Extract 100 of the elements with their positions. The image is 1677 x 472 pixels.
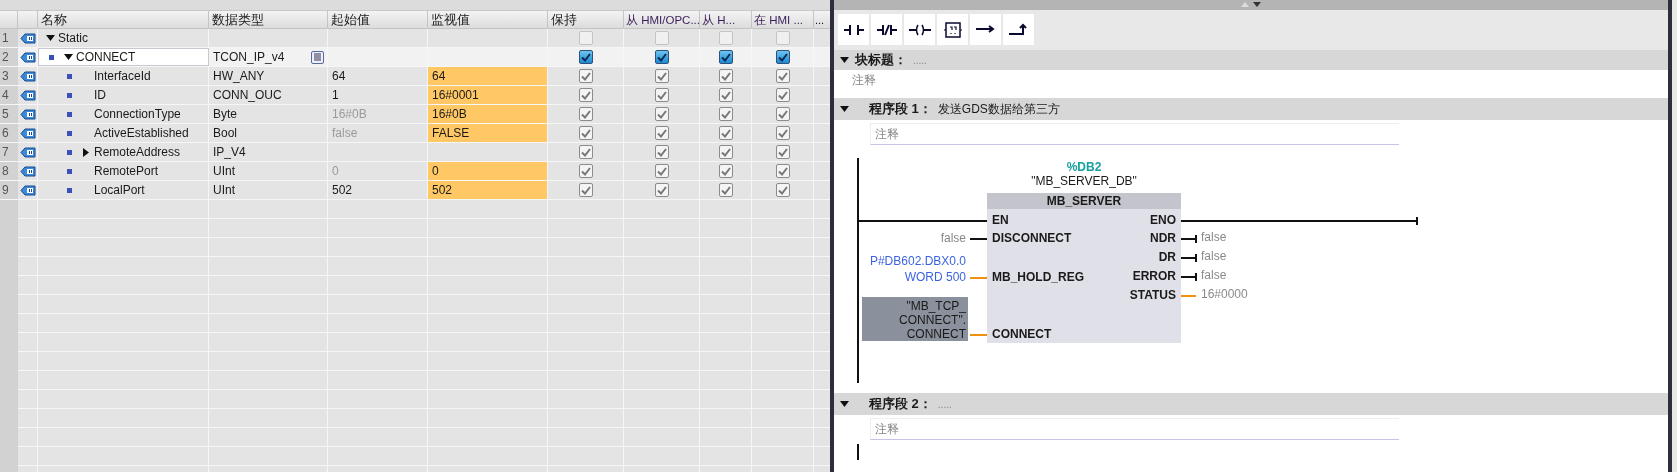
row-number: 9 — [0, 181, 18, 199]
start-value: 1 — [332, 88, 339, 102]
tag-icon — [20, 184, 36, 196]
column-header[interactable]: 名称 — [38, 11, 209, 29]
closed-contact-icon — [876, 23, 897, 36]
toolbar-button[interactable] — [904, 14, 935, 45]
input-pin: CONNECT — [992, 327, 1052, 341]
open-branch-icon — [975, 23, 996, 36]
toolbar-button[interactable] — [871, 14, 902, 45]
comment-field[interactable]: 注释 — [848, 70, 1396, 88]
checkbox[interactable] — [776, 50, 790, 64]
data-type: HW_ANY — [213, 69, 265, 83]
output-pin: ERROR — [1132, 269, 1176, 283]
member-bullet-icon — [66, 92, 72, 98]
checkbox[interactable] — [655, 50, 669, 64]
name-cell[interactable]: RemoteAddress — [38, 143, 209, 161]
collapse-triangle-icon[interactable] — [840, 106, 849, 112]
toolbar-button[interactable] — [937, 14, 968, 45]
name-cell[interactable]: RemotePort — [38, 162, 209, 180]
output-value: 16#0000 — [1201, 287, 1248, 301]
constant-operand: false — [940, 230, 966, 246]
tag-icon — [20, 70, 36, 82]
toolbar-button[interactable] — [1003, 14, 1034, 45]
table-row[interactable]: 3 InterfaceId HW_ANY 64 64 — [0, 67, 830, 86]
column-header[interactable]: 在 HMI ... — [752, 11, 814, 29]
data-type: IP_V4 — [213, 145, 246, 159]
data-type: UInt — [213, 183, 235, 197]
start-value: false — [332, 126, 358, 140]
row-number: 4 — [0, 86, 18, 104]
input-pin: DISCONNECT — [992, 231, 1072, 245]
table-row[interactable]: 1 Static — [0, 29, 830, 48]
checkbox[interactable] — [579, 50, 593, 64]
data-type: UInt — [213, 164, 235, 178]
tag-operand[interactable]: "MB_TCP_ CONNECT". CONNECT — [862, 297, 968, 341]
block-name: MB_SERVER — [987, 193, 1181, 209]
down-arrow-icon[interactable] — [1252, 0, 1262, 8]
data-type: Bool — [213, 126, 238, 140]
checkbox[interactable] — [719, 50, 733, 64]
column-header[interactable]: 从 H... — [700, 11, 752, 29]
monitor-value: 16#0001 — [428, 86, 547, 104]
collapse-triangle-icon[interactable] — [840, 57, 849, 63]
name-cell[interactable]: InterfaceId — [38, 67, 209, 85]
row-number: 7 — [0, 143, 18, 161]
member-bullet-icon — [66, 73, 72, 79]
variable-name: Static — [58, 31, 88, 45]
start-value: 502 — [332, 183, 353, 197]
name-cell[interactable]: Static — [38, 29, 209, 47]
tag-icon — [20, 127, 36, 139]
table-row[interactable]: 7 RemoteAddress IP_V4 — [0, 143, 830, 162]
pointer-operand: P#DB602.DBX0.0 WORD 500 — [869, 253, 966, 285]
tag-icon — [20, 89, 36, 101]
monitor-value: FALSE — [428, 124, 547, 142]
start-value: 64 — [332, 69, 346, 83]
browse-button[interactable] — [311, 50, 324, 64]
instance-address: %DB2 — [1065, 160, 1103, 174]
monitor-value: 64 — [428, 67, 547, 85]
name-cell[interactable]: CONNECT — [38, 48, 209, 66]
toolbar-button[interactable] — [970, 14, 1001, 45]
table-row[interactable]: 2 CONNECT TCON_IP_v4 — [0, 48, 830, 67]
member-bullet-icon — [66, 168, 72, 174]
member-bullet-icon — [48, 54, 54, 60]
table-row[interactable]: 9 LocalPort UInt 502 502 — [0, 181, 830, 200]
monitor-value: 16#0B — [428, 105, 547, 123]
list-icon — [313, 53, 322, 61]
column-header[interactable]: ... — [814, 11, 830, 29]
table-row[interactable]: 5 ConnectionType Byte 16#0B 16#0B — [0, 105, 830, 124]
data-type: Byte — [213, 107, 237, 121]
name-cell[interactable]: ConnectionType — [38, 105, 209, 123]
column-header[interactable]: 从 HMI/OPC... — [624, 11, 700, 29]
collapse-triangle-icon[interactable] — [45, 35, 55, 41]
comment-field[interactable]: 注释 — [870, 123, 1399, 145]
variable-name: RemotePort — [94, 164, 159, 178]
row-number: 3 — [0, 67, 18, 85]
variable-name: ID — [94, 88, 106, 102]
member-bullet-icon — [66, 130, 72, 136]
table-row[interactable]: 4 ID CONN_OUC 1 16#0001 — [0, 86, 830, 105]
table-row[interactable]: 8 RemotePort UInt 0 0 — [0, 162, 830, 181]
network-label: 程序段 1： — [869, 100, 932, 118]
close-branch-icon — [1008, 22, 1029, 37]
instance-db-name: "MB_SERVER_DB" — [1030, 174, 1138, 188]
function-block[interactable]: MB_SERVER EN DISCONNECT MB_HOLD_REG CONNECT ENO NDR DR ERROR STATUS — [987, 193, 1181, 343]
contact-icon — [843, 23, 864, 36]
row-number: 1 — [0, 29, 18, 47]
name-cell[interactable]: ID — [38, 86, 209, 104]
expand-triangle-icon[interactable] — [83, 147, 89, 157]
name-cell[interactable]: LocalPort — [38, 181, 209, 199]
column-header[interactable]: 起始值 — [328, 11, 428, 29]
column-header[interactable]: 保持 — [548, 11, 624, 29]
row-number: 5 — [0, 105, 18, 123]
comment-field[interactable]: 注释 — [870, 418, 1399, 440]
collapse-triangle-icon[interactable] — [63, 54, 73, 60]
name-cell[interactable]: ActiveEstablished — [38, 124, 209, 142]
output-pin: ENO — [1150, 213, 1176, 227]
table-row[interactable]: 6 ActiveEstablished Bool false FALSE — [0, 124, 830, 143]
column-header[interactable]: 数据类型 — [209, 11, 328, 29]
toolbar-button[interactable] — [838, 14, 869, 45]
monitor-value: 0 — [428, 162, 547, 180]
collapse-triangle-icon[interactable] — [840, 401, 849, 407]
column-header[interactable]: 监视值 — [428, 11, 548, 29]
network-title[interactable]: 发送GDS数据给第三方 — [937, 100, 1060, 118]
